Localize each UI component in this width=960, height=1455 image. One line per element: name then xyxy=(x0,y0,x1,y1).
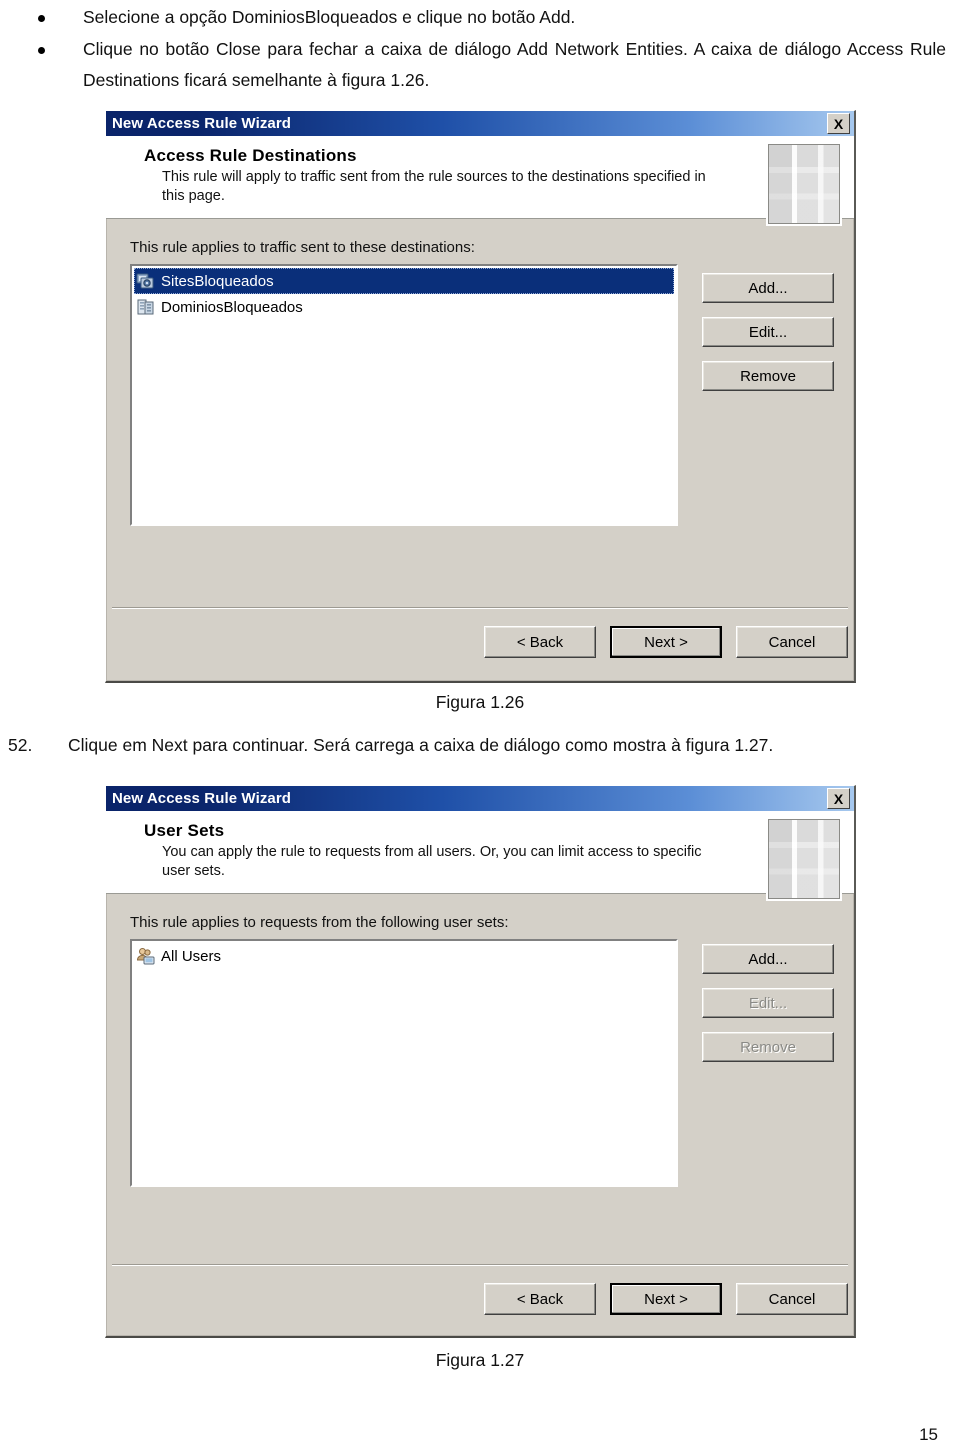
remove-button[interactable]: Remove xyxy=(702,361,834,391)
cancel-button-label: Cancel xyxy=(768,633,816,651)
dialog2-header: User Sets You can apply the rule to requ… xyxy=(106,811,854,899)
list-item[interactable]: DominiosBloqueados xyxy=(134,294,674,320)
dialog2-heading: User Sets xyxy=(144,821,225,840)
remove-button-label: Remove xyxy=(740,1038,796,1056)
dialog2-description: You can apply the rule to requests from … xyxy=(162,844,702,879)
dialog1-title: New Access Rule Wizard xyxy=(112,115,292,132)
next-button-label: Next > xyxy=(644,1290,688,1308)
users-icon xyxy=(136,946,156,966)
edit-button-label: Edit... xyxy=(748,994,788,1012)
dialog1-header: Access Rule Destinations This rule will … xyxy=(106,136,854,224)
remove-button-label: Remove xyxy=(740,367,796,385)
dialog1-titlebar: New Access Rule Wizard X xyxy=(106,111,854,136)
edit-button: Edit... xyxy=(702,988,834,1018)
remove-button: Remove xyxy=(702,1032,834,1062)
dialog1-description: This rule will apply to traffic sent fro… xyxy=(162,169,706,204)
edit-button[interactable]: Edit... xyxy=(702,317,834,347)
list-item-label: SitesBloqueados xyxy=(161,272,274,290)
dialog1-side-buttons: Add... Edit... Remove xyxy=(702,273,834,391)
dialog1-separator xyxy=(112,607,848,609)
close-icon[interactable]: X xyxy=(827,113,850,134)
figure-caption-1: Figura 1.26 xyxy=(435,692,525,712)
dialog2-titlebar: New Access Rule Wizard X xyxy=(106,786,854,811)
list-item[interactable]: All Users xyxy=(134,943,674,969)
destinations-listbox[interactable]: SitesBloqueados DominiosBloqueados xyxy=(130,264,678,526)
page-number: 15 xyxy=(919,1425,938,1444)
back-button-label: < Back xyxy=(516,633,564,651)
step-52: 52. Clique em Next para continuar. Será … xyxy=(8,735,928,756)
next-button[interactable]: Next > xyxy=(610,626,722,658)
dialog-access-rule-destinations: New Access Rule Wizard X Access Rule Des… xyxy=(105,110,856,683)
back-button[interactable]: < Back xyxy=(484,626,596,658)
wizard-thumbnail-image xyxy=(768,819,840,899)
bullet-item-2: Clique no botão Close para fechar a caix… xyxy=(38,34,946,96)
back-button-label: < Back xyxy=(516,1290,564,1308)
network-computer-icon xyxy=(136,271,156,291)
list-item[interactable]: SitesBloqueados xyxy=(134,268,674,294)
cancel-button-label: Cancel xyxy=(768,1290,816,1308)
bullet-dot-icon xyxy=(38,47,45,54)
dialog2-side-buttons: Add... Edit... Remove xyxy=(702,944,834,1062)
step-text: Clique em Next para continuar. Será carr… xyxy=(68,735,774,755)
dialog2-separator xyxy=(112,1264,848,1266)
wizard-thumbnail-image xyxy=(768,144,840,224)
next-button-label: Next > xyxy=(644,633,688,651)
list-item-label: All Users xyxy=(161,947,222,965)
add-button[interactable]: Add... xyxy=(702,944,834,974)
dialog2-title: New Access Rule Wizard xyxy=(112,790,292,807)
edit-button-label: Edit... xyxy=(748,323,788,341)
cancel-button[interactable]: Cancel xyxy=(736,1283,848,1315)
cancel-button[interactable]: Cancel xyxy=(736,626,848,658)
user-sets-listbox[interactable]: All Users xyxy=(130,939,678,1187)
dialog1-body-label: This rule applies to traffic sent to the… xyxy=(130,239,475,256)
dialog-user-sets: New Access Rule Wizard X User Sets You c… xyxy=(105,785,856,1338)
add-button-label: Add... xyxy=(748,950,788,968)
list-item-label: DominiosBloqueados xyxy=(161,298,303,316)
bullet-item-2-text: Clique no botão Close para fechar a caix… xyxy=(83,39,946,90)
dialog2-body: This rule applies to requests from the f… xyxy=(106,894,854,1187)
next-button[interactable]: Next > xyxy=(610,1283,722,1315)
document-page: Selecione a opção DominiosBloqueados e c… xyxy=(0,0,960,1455)
figure-caption-2: Figura 1.27 xyxy=(435,1350,525,1370)
dialog1-body: This rule applies to traffic sent to the… xyxy=(106,219,854,526)
dialog1-heading: Access Rule Destinations xyxy=(144,146,357,165)
bullet-item-1: Selecione a opção DominiosBloqueados e c… xyxy=(38,2,918,33)
bullet-dot-icon xyxy=(38,15,45,22)
add-button[interactable]: Add... xyxy=(702,273,834,303)
step-number: 52. xyxy=(8,735,33,755)
add-button-label: Add... xyxy=(748,279,788,297)
dialog2-body-label: This rule applies to requests from the f… xyxy=(130,914,509,931)
dialog2-bottom-buttons: < Back Next > Cancel xyxy=(484,1283,848,1315)
dialog1-bottom-buttons: < Back Next > Cancel xyxy=(484,626,848,658)
close-icon[interactable]: X xyxy=(827,788,850,809)
back-button[interactable]: < Back xyxy=(484,1283,596,1315)
bullet-item-1-text: Selecione a opção DominiosBloqueados e c… xyxy=(83,7,576,27)
domain-set-icon xyxy=(136,297,156,317)
